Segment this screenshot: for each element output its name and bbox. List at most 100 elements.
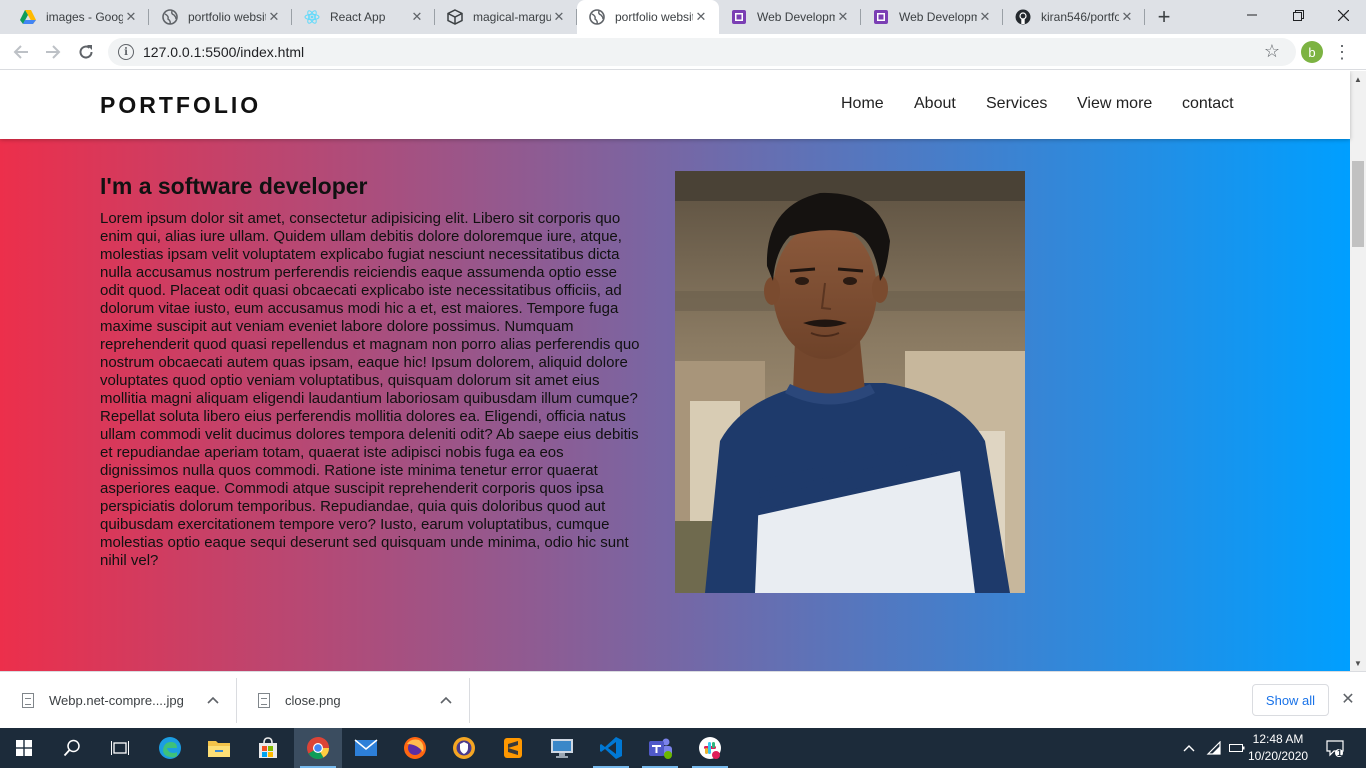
browser-tab-strip: images - Google ✕ portfolio website ✕ Re… (0, 0, 1366, 34)
onenote-icon (873, 9, 889, 25)
close-icon[interactable]: ✕ (409, 9, 425, 25)
system-clock[interactable]: 12:48 AM 10/20/2020 (1248, 731, 1308, 765)
chevron-up-icon[interactable] (205, 692, 221, 708)
bookmark-star-icon[interactable]: ☆ (1264, 41, 1280, 62)
firefox-icon[interactable] (391, 728, 439, 768)
site-logo[interactable]: PORTFOLIO (100, 92, 261, 119)
info-icon[interactable]: i (118, 44, 134, 60)
profile-photo (675, 171, 1025, 593)
browser-tab[interactable]: Web Development ✕ (719, 0, 861, 34)
edge-icon[interactable] (146, 728, 194, 768)
back-button[interactable] (9, 40, 33, 64)
page-scrollbar[interactable]: ▲ ▼ (1350, 71, 1366, 671)
teams-icon[interactable] (636, 728, 684, 768)
download-item[interactable]: close.png (236, 672, 470, 729)
browser-tab[interactable]: Web Development ✕ (861, 0, 1003, 34)
store-icon[interactable] (244, 728, 292, 768)
battery-icon[interactable] (1228, 728, 1246, 768)
close-icon[interactable]: ✕ (266, 9, 282, 25)
restore-icon (1292, 9, 1304, 21)
arrow-left-icon (13, 45, 28, 59)
show-all-button[interactable]: Show all (1252, 684, 1329, 716)
scroll-down-arrow-icon[interactable]: ▼ (1350, 655, 1366, 671)
chevron-up-icon[interactable] (438, 692, 454, 708)
tab-title: images - Google (46, 10, 123, 24)
close-icon (1337, 9, 1349, 21)
close-icon[interactable]: ✕ (693, 9, 709, 25)
restore-button[interactable] (1275, 0, 1321, 30)
close-icon[interactable]: ✕ (977, 9, 993, 25)
nav-services[interactable]: Services (986, 95, 1047, 113)
site-header: PORTFOLIO Home About Services View more … (0, 71, 1350, 139)
reload-icon (79, 45, 93, 59)
download-shelf: Webp.net-compre....jpg close.png Show al… (0, 671, 1366, 728)
nav-view-more[interactable]: View more (1077, 95, 1152, 113)
browser-menu-icon[interactable]: ⋮ (1333, 40, 1351, 64)
search-icon[interactable] (48, 728, 96, 768)
url-text: 127.0.0.1:5500/index.html (143, 44, 305, 60)
nav-contact[interactable]: contact (1182, 95, 1234, 113)
shield-app-icon[interactable] (440, 728, 488, 768)
remote-desktop-icon[interactable] (538, 728, 586, 768)
tab-separator (148, 9, 149, 25)
mail-icon[interactable] (342, 728, 390, 768)
browser-tab[interactable]: kiran546/portfolio ✕ (1003, 0, 1145, 34)
tab-separator (1144, 9, 1145, 25)
browser-tab-active[interactable]: portfolio website ✕ (577, 0, 719, 34)
onenote-icon (731, 9, 747, 25)
download-filename: close.png (285, 693, 341, 708)
wifi-icon[interactable] (1204, 728, 1224, 768)
close-icon[interactable]: ✕ (1119, 9, 1135, 25)
tab-title: portfolio website (615, 10, 693, 24)
google-drive-icon (20, 9, 36, 25)
slack-icon[interactable] (686, 728, 734, 768)
nav-home[interactable]: Home (841, 95, 884, 113)
window-close-button[interactable] (1320, 0, 1366, 30)
chevron-up-icon[interactable] (1180, 728, 1198, 768)
image-file-icon (22, 693, 34, 708)
browser-tab[interactable]: images - Google ✕ (8, 0, 149, 34)
tab-title: portfolio website (188, 10, 266, 24)
notification-count: 1 (1337, 748, 1343, 758)
tab-title: magical-margulis (473, 10, 551, 24)
download-item[interactable]: Webp.net-compre....jpg (0, 672, 237, 729)
close-icon[interactable]: ✕ (835, 9, 851, 25)
nav-about[interactable]: About (914, 95, 956, 113)
task-view-icon[interactable] (96, 728, 144, 768)
browser-tab[interactable]: React App ✕ (292, 0, 435, 34)
clock-time: 12:48 AM (1252, 732, 1304, 746)
forward-button[interactable] (41, 40, 65, 64)
globe-icon (162, 9, 178, 25)
browser-tab[interactable]: portfolio website ✕ (150, 0, 292, 34)
arrow-right-icon (46, 45, 61, 59)
tab-title: kiran546/portfolio (1041, 10, 1119, 24)
vscode-icon[interactable] (587, 728, 635, 768)
tab-title: React App (330, 10, 386, 24)
close-icon[interactable]: ✕ (551, 9, 567, 25)
download-divider (469, 678, 470, 723)
browser-toolbar: i 127.0.0.1:5500/index.html ☆ (0, 34, 1366, 70)
download-filename: Webp.net-compre....jpg (49, 693, 184, 708)
file-explorer-icon[interactable] (195, 728, 243, 768)
react-icon (304, 9, 320, 25)
new-tab-button[interactable]: + (1152, 4, 1176, 29)
sublime-text-icon[interactable] (489, 728, 537, 768)
globe-icon (589, 9, 605, 25)
chrome-icon[interactable] (294, 728, 342, 768)
scroll-up-arrow-icon[interactable]: ▲ (1350, 71, 1366, 87)
image-file-icon (258, 693, 270, 708)
tab-title: Web Development (757, 10, 835, 24)
scrollbar-thumb[interactable] (1352, 161, 1364, 247)
close-icon[interactable]: ✕ (123, 9, 139, 25)
windows-start-icon[interactable] (0, 728, 48, 768)
hero-heading: I'm a software developer (100, 173, 368, 199)
minimize-button[interactable] (1229, 0, 1275, 30)
address-bar[interactable]: i 127.0.0.1:5500/index.html ☆ (108, 38, 1296, 66)
close-icon[interactable]: ✕ (1339, 690, 1357, 708)
reload-button[interactable] (74, 40, 98, 64)
profile-avatar[interactable]: b (1301, 41, 1323, 63)
browser-tab[interactable]: magical-margulis ✕ (435, 0, 577, 34)
clock-date: 10/20/2020 (1248, 749, 1309, 763)
github-icon (1015, 9, 1031, 25)
notification-center-icon[interactable]: 1 (1320, 728, 1350, 768)
